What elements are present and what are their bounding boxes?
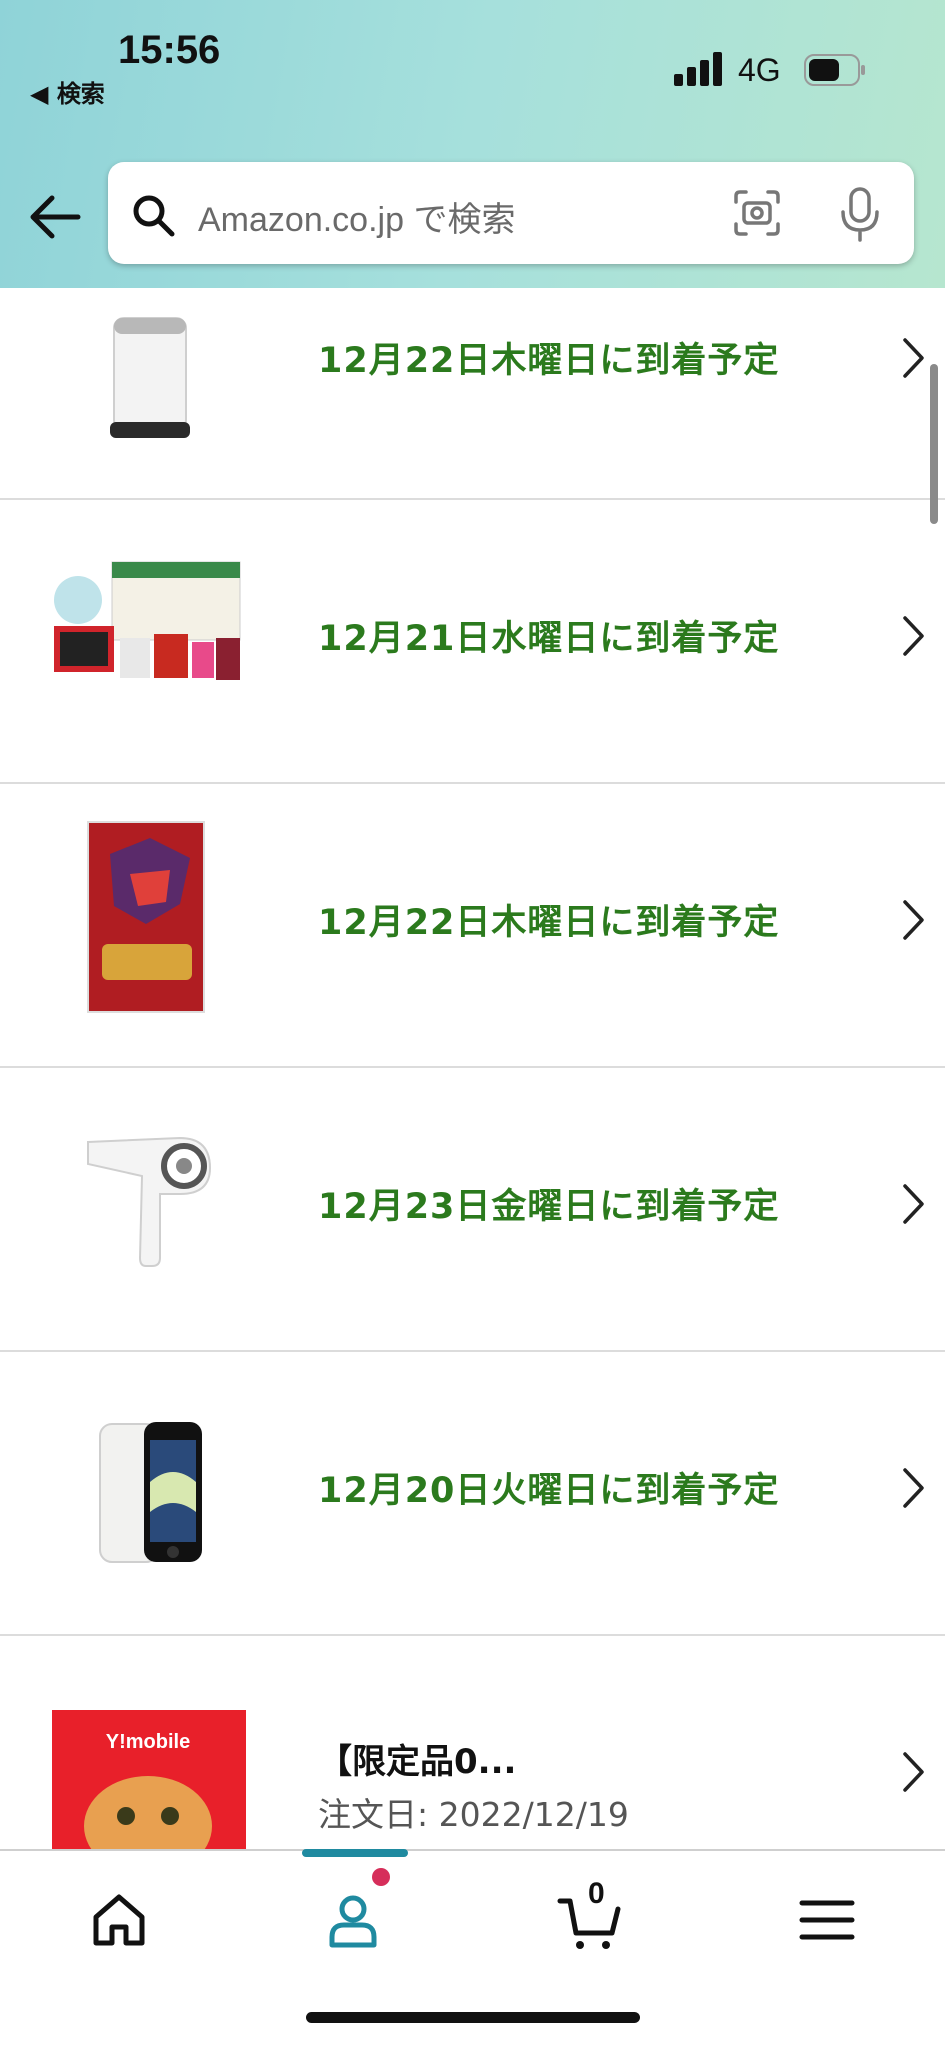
iphone-se-image bbox=[99, 1422, 202, 1563]
chevron-right-icon[interactable] bbox=[902, 336, 926, 380]
chevron-right-icon[interactable] bbox=[902, 1750, 926, 1794]
svg-text:Y!mobile: Y!mobile bbox=[106, 1731, 190, 1753]
back-to-app-link[interactable]: ◀ 検索 bbox=[30, 74, 105, 109]
search-icon bbox=[133, 195, 175, 237]
scrollbar[interactable] bbox=[930, 364, 938, 524]
chevron-right-icon[interactable] bbox=[902, 1466, 926, 1510]
hair-dryer-image bbox=[87, 1136, 212, 1267]
search-bar[interactable]: Amazon.co.jp で検索 bbox=[108, 162, 914, 264]
network-type: 4G bbox=[738, 52, 781, 88]
order-row[interactable]: 12月21日水曜日に到着予定 bbox=[0, 500, 945, 784]
switch-holiday-set-image bbox=[54, 561, 241, 680]
battery-icon bbox=[804, 54, 865, 86]
order-row[interactable]: 12月23日金曜日に到着予定 bbox=[0, 1068, 945, 1352]
ymobile-card-image: Y!mobile bbox=[52, 1710, 246, 1866]
chevron-right-icon[interactable] bbox=[902, 1182, 926, 1226]
chevron-right-icon[interactable] bbox=[902, 614, 926, 658]
order-date: 注文日: 2022/12/19 bbox=[318, 1795, 629, 1834]
camera-search-icon[interactable] bbox=[732, 188, 782, 238]
delivery-status: 12月22日木曜日に到着予定 bbox=[318, 903, 780, 943]
home-indicator[interactable] bbox=[306, 2012, 640, 2023]
active-tab-indicator bbox=[302, 1849, 408, 1857]
status-time: 15:56 bbox=[118, 28, 221, 72]
order-row[interactable]: 12月22日木曜日に到着予定 bbox=[0, 784, 945, 1068]
order-list: 12月22日木曜日に到着予定 12月21日水曜日に到着予定 12月22日木曜日に… bbox=[0, 288, 945, 1866]
account-icon[interactable] bbox=[320, 1887, 386, 1953]
order-row[interactable]: 12月20日火曜日に到着予定 bbox=[0, 1352, 945, 1636]
delivery-status: 12月23日金曜日に到着予定 bbox=[318, 1187, 780, 1227]
back-arrow-icon[interactable] bbox=[28, 190, 82, 244]
delivery-status: 12月21日水曜日に到着予定 bbox=[318, 619, 780, 659]
chevron-right-icon[interactable] bbox=[902, 898, 926, 942]
signal-icon bbox=[674, 52, 722, 86]
microphone-icon[interactable] bbox=[838, 186, 882, 242]
order-title: 【限定品0... bbox=[318, 1742, 517, 1782]
pokemon-scarlet-image bbox=[87, 821, 205, 1013]
cart-count-badge: 0 bbox=[588, 1877, 605, 1910]
home-icon[interactable] bbox=[86, 1887, 152, 1953]
order-row[interactable]: Y!mobile 【限定品0... 注文日: 2022/12/19 bbox=[0, 1636, 945, 1866]
notification-dot bbox=[372, 1868, 390, 1886]
order-row[interactable]: 12月22日木曜日に到着予定 bbox=[0, 288, 945, 500]
menu-icon[interactable] bbox=[794, 1887, 860, 1953]
delivery-status: 12月20日火曜日に到着予定 bbox=[318, 1471, 780, 1511]
delivery-status: 12月22日木曜日に到着予定 bbox=[318, 341, 780, 381]
search-input[interactable]: Amazon.co.jp で検索 bbox=[198, 192, 515, 241]
air-purifier-image bbox=[110, 317, 190, 438]
top-header: 15:56 ◀ 検索 4G Amazon.co.jp で検索 bbox=[0, 0, 945, 288]
